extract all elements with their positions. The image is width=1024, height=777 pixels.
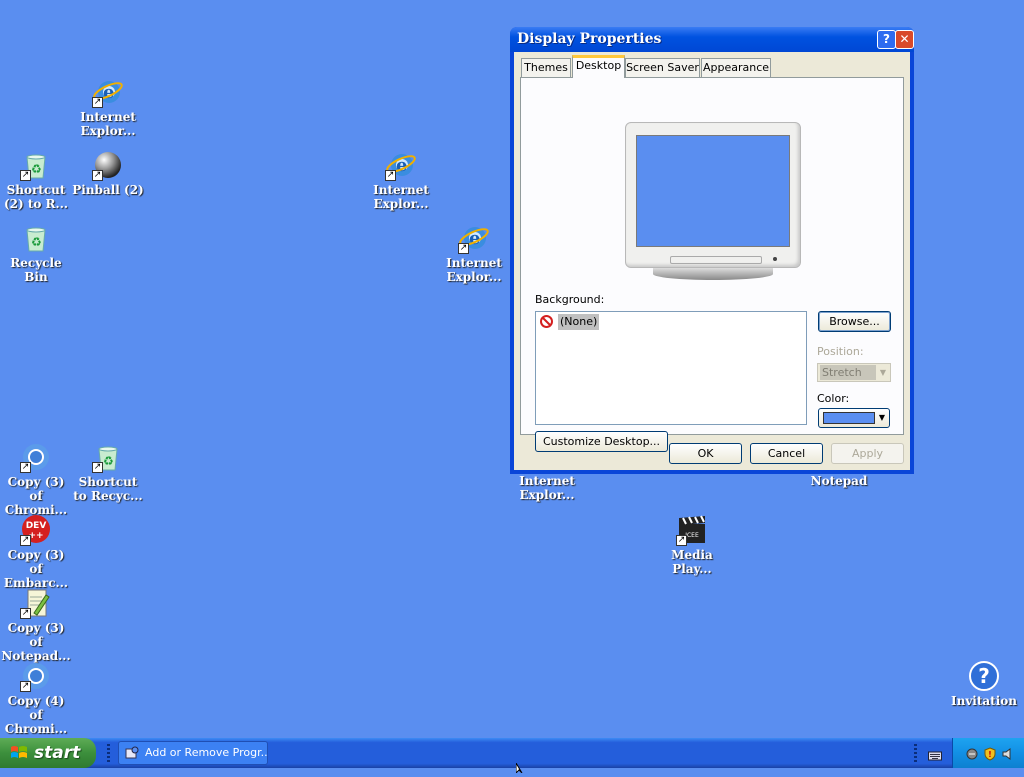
position-select[interactable]: Stretch ▼ (817, 363, 891, 382)
browse-button[interactable]: Browse... (818, 311, 891, 332)
desktop-icon-label: Invitation (950, 694, 1018, 708)
svg-text:ICEE: ICEE (685, 532, 699, 539)
chromium-icon: ↗ (20, 660, 52, 692)
internet-explorer-icon: e ↗ (385, 149, 417, 181)
background-item-label: (None) (558, 314, 600, 330)
tab-appearance[interactable]: Appearance (701, 58, 771, 77)
tray-grip[interactable] (914, 744, 917, 762)
background-label: Background: (535, 293, 605, 306)
svg-text:!: ! (988, 750, 992, 759)
media-player-icon: ICEE ↗ (676, 514, 708, 546)
desktop-icon-label: Copy (4) of Chromi... (4, 694, 68, 736)
start-button[interactable]: start (0, 738, 96, 768)
desktop-icon-label: Media Play... (671, 548, 713, 576)
windows-flag-icon (11, 746, 27, 758)
volume-icon[interactable] (1001, 746, 1015, 760)
no-entry-icon (540, 315, 553, 328)
desktop-icon-recycle-bin[interactable]: ♻ Recycle Bin (0, 222, 72, 284)
monitor-slot (670, 256, 762, 264)
svg-text:DEV: DEV (26, 521, 47, 531)
desktop-icon-label: Copy (3) of Notepad... (1, 621, 71, 663)
monitor-stand (653, 268, 773, 280)
security-shield-icon[interactable]: ! (983, 746, 997, 761)
recycle-bin-icon: ♻ (20, 222, 52, 254)
svg-text:?: ? (978, 664, 990, 688)
chevron-down-icon: ▼ (879, 368, 887, 377)
monitor-preview-screen (636, 135, 790, 247)
desktop-icon-invitation[interactable]: ? Invitation (948, 660, 1020, 708)
desktop-icon-internet-explorer[interactable]: e ↗ Internet Explor... (72, 76, 144, 138)
desktop-icon-label: Copy (3) of Embarc... (3, 548, 69, 590)
desktop-icon-internet-explorer-partial[interactable]: Internet Explor... (511, 474, 583, 502)
help-button[interactable]: ? (877, 30, 896, 49)
keyboard-icon[interactable] (928, 747, 942, 761)
dialog-title-bar[interactable]: Display Properties ? ✕ (510, 27, 914, 52)
color-label: Color: (817, 392, 850, 405)
color-picker-button[interactable]: ▼ (818, 408, 890, 428)
tab-desktop[interactable]: Desktop (572, 55, 625, 78)
internet-explorer-icon: e ↗ (458, 222, 490, 254)
chromium-icon: ↗ (20, 441, 52, 473)
taskbar-button-add-remove-programs[interactable]: Add or Remove Progr... (118, 741, 268, 765)
internet-explorer-icon: e ↗ (92, 76, 124, 108)
display-properties-dialog: Display Properties ? ✕ Themes Desktop Sc… (510, 27, 914, 474)
network-icon[interactable] (965, 746, 979, 760)
help-question-icon: ? (968, 660, 1000, 692)
position-value: Stretch (820, 365, 876, 380)
color-swatch (823, 412, 875, 424)
desktop-icon-pinball[interactable]: ↗ Pinball (2) (72, 149, 144, 197)
monitor-body (625, 122, 801, 268)
recycle-bin-icon: ♻ ↗ (20, 149, 52, 181)
notepad-plus-icon: ↗ (20, 587, 52, 619)
desktop-icon-media-player[interactable]: ICEE ↗ Media Play... (656, 514, 728, 576)
dialog-title: Display Properties (517, 31, 662, 47)
start-label: start (34, 743, 81, 763)
desktop-icon-label: Internet Explor... (80, 110, 136, 138)
monitor-preview (625, 122, 801, 280)
customize-desktop-button[interactable]: Customize Desktop... (535, 431, 668, 452)
desktop-icon-label: Copy (3) of Chromi... (4, 475, 68, 517)
pinball-icon: ↗ (92, 149, 124, 181)
taskbar-grip[interactable] (107, 744, 110, 762)
cancel-button[interactable]: Cancel (750, 443, 823, 464)
desktop-icon-shortcut-recycle[interactable]: ♻ ↗ Shortcut to Recyc... (72, 441, 144, 503)
desktop-icon-label: Internet Explor... (373, 183, 429, 211)
desktop-icon-chromium-copy-3[interactable]: ↗ Copy (3) of Chromi... (0, 441, 72, 517)
desktop-icon-notepad-partial[interactable]: Notepad (803, 474, 875, 488)
close-button[interactable]: ✕ (895, 30, 914, 49)
svg-text:♻: ♻ (31, 235, 42, 249)
desktop-icon-internet-explorer[interactable]: e ↗ Internet Explor... (438, 222, 510, 284)
desktop-icon-label: Shortcut (2) to R... (3, 183, 69, 211)
desktop-icon-label: Internet Explor... (446, 256, 502, 284)
tab-screen-saver[interactable]: Screen Saver (625, 58, 700, 77)
background-list[interactable]: (None) (535, 311, 807, 425)
desktop-icon-label: Shortcut to Recyc... (73, 475, 143, 503)
desktop-icon-notepad-plus-copy-3[interactable]: ↗ Copy (3) of Notepad... (0, 587, 72, 663)
apply-button[interactable]: Apply (831, 443, 904, 464)
position-label: Position: (817, 345, 864, 358)
desktop-icon-chromium-copy-4[interactable]: ↗ Copy (4) of Chromi... (0, 660, 72, 736)
chevron-down-icon: ▼ (878, 413, 886, 422)
system-tray: ! (952, 738, 1024, 768)
tab-themes[interactable]: Themes (521, 58, 571, 77)
desktop-icon-label: Pinball (2) (72, 183, 144, 197)
taskbar: start Add or Remove Progr... ! (0, 738, 1024, 768)
desktop-icon-embarcadero-copy-3[interactable]: DEV ++ ↗ Copy (3) of Embarc... (0, 514, 72, 590)
recycle-bin-icon: ♻ ↗ (92, 441, 124, 473)
taskbar-button-label: Add or Remove Progr... (145, 746, 268, 759)
dev-cpp-icon: DEV ++ ↗ (20, 514, 52, 546)
add-remove-programs-icon (125, 746, 139, 759)
monitor-power-led (773, 257, 777, 261)
desktop-icon-label: Recycle Bin (10, 256, 62, 284)
desktop-icon-shortcut-recycle-bin[interactable]: ♻ ↗ Shortcut (2) to R... (0, 149, 72, 211)
ok-button[interactable]: OK (669, 443, 742, 464)
dialog-client-area: Themes Desktop Screen Saver Appearance B… (514, 52, 910, 470)
desktop-tab-panel: Background: (None) Browse... Position: S… (520, 77, 904, 452)
desktop-icon-internet-explorer[interactable]: e ↗ Internet Explor... (365, 149, 437, 211)
svg-text:♻: ♻ (31, 162, 42, 176)
mouse-cursor (515, 758, 526, 775)
svg-text:♻: ♻ (103, 454, 114, 468)
